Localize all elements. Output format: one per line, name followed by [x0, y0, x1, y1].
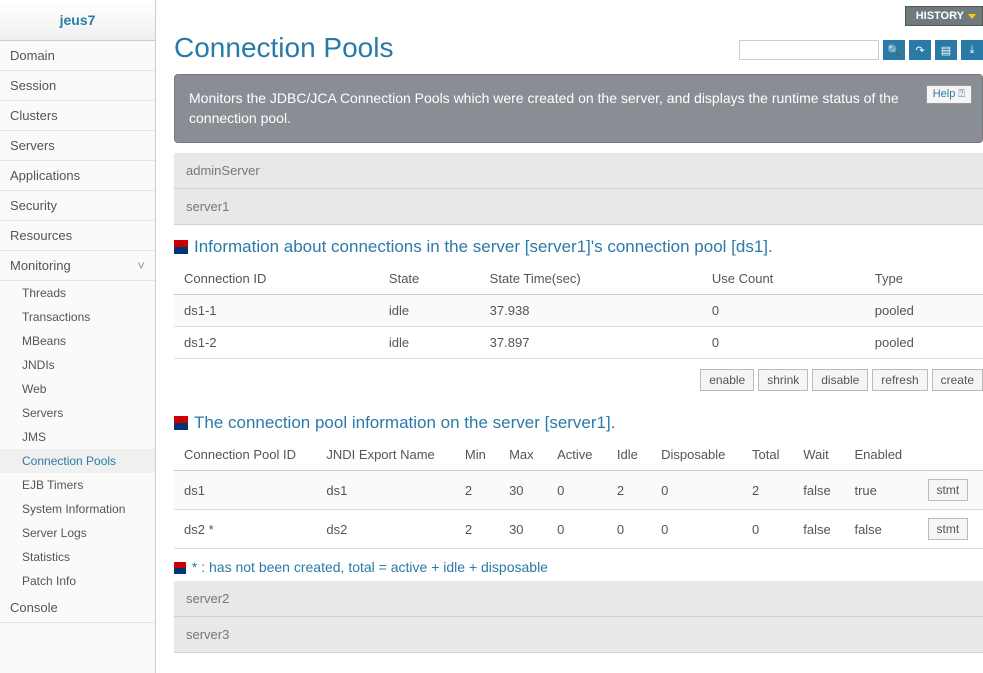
sub-transactions[interactable]: Transactions: [0, 305, 155, 329]
stmt-button[interactable]: stmt: [928, 518, 969, 540]
shrink-button[interactable]: shrink: [758, 369, 808, 391]
nav-console[interactable]: Console: [0, 593, 155, 623]
sub-system-info[interactable]: System Information: [0, 497, 155, 521]
sub-connection-pools[interactable]: Connection Pools: [0, 449, 155, 473]
sub-statistics[interactable]: Statistics: [0, 545, 155, 569]
disable-button[interactable]: disable: [812, 369, 868, 391]
download-icon[interactable]: ⤓: [961, 40, 983, 60]
brand[interactable]: jeus7: [0, 0, 155, 41]
server-row-server2[interactable]: server2: [174, 581, 983, 617]
sub-threads[interactable]: Threads: [0, 281, 155, 305]
search-input[interactable]: [739, 40, 879, 60]
main-content: HISTORY Connection Pools 🔍 ↷ ▤ ⤓ Monitor…: [156, 0, 983, 673]
nav-resources[interactable]: Resources: [0, 221, 155, 251]
xml-icon[interactable]: ▤: [935, 40, 957, 60]
table-row[interactable]: ds1 ds1 2 30 0 2 0 2 false true stmt: [174, 471, 983, 510]
col-state: State: [379, 263, 480, 295]
flag-icon: [174, 240, 188, 254]
button-row: enable shrink disable refresh create: [174, 359, 983, 401]
server-row-server3[interactable]: server3: [174, 617, 983, 653]
col-state-time: State Time(sec): [480, 263, 702, 295]
enable-button[interactable]: enable: [700, 369, 754, 391]
flag-icon: [174, 562, 186, 574]
col-use-count: Use Count: [702, 263, 865, 295]
nav-applications[interactable]: Applications: [0, 161, 155, 191]
create-button[interactable]: create: [932, 369, 983, 391]
footnote: * : has not been created, total = active…: [174, 549, 983, 581]
help-button[interactable]: Help ⍰: [926, 85, 972, 104]
sub-mbeans[interactable]: MBeans: [0, 329, 155, 353]
col-type: Type: [865, 263, 983, 295]
description-box: Monitors the JDBC/JCA Connection Pools w…: [174, 74, 983, 143]
table-row[interactable]: ds1-2 idle 37.897 0 pooled: [174, 327, 983, 359]
nav-clusters[interactable]: Clusters: [0, 101, 155, 131]
description-text: Monitors the JDBC/JCA Connection Pools w…: [189, 90, 899, 126]
table-row[interactable]: ds2 * ds2 2 30 0 0 0 0 false false stmt: [174, 510, 983, 549]
sub-ejb-timers[interactable]: EJB Timers: [0, 473, 155, 497]
server-row-admin[interactable]: adminServer: [174, 153, 983, 189]
nav-servers[interactable]: Servers: [0, 131, 155, 161]
sub-server-logs[interactable]: Server Logs: [0, 521, 155, 545]
refresh-button[interactable]: refresh: [872, 369, 927, 391]
export-icon[interactable]: ↷: [909, 40, 931, 60]
flag-icon: [174, 416, 188, 430]
nav-security[interactable]: Security: [0, 191, 155, 221]
section1-header: Information about connections in the ser…: [174, 225, 983, 263]
pool-table: Connection Pool ID JNDI Export Name Min …: [174, 439, 983, 549]
sub-patch-info[interactable]: Patch Info: [0, 569, 155, 593]
col-conn-id: Connection ID: [174, 263, 379, 295]
sub-jms[interactable]: JMS: [0, 425, 155, 449]
nav-monitoring[interactable]: Monitoring: [0, 251, 155, 281]
table-row[interactable]: ds1-1 idle 37.938 0 pooled: [174, 295, 983, 327]
sub-jndis[interactable]: JNDIs: [0, 353, 155, 377]
sub-web[interactable]: Web: [0, 377, 155, 401]
search-icon[interactable]: 🔍: [883, 40, 905, 60]
nav-session[interactable]: Session: [0, 71, 155, 101]
connections-table: Connection ID State State Time(sec) Use …: [174, 263, 983, 359]
stmt-button[interactable]: stmt: [928, 479, 969, 501]
section2-header: The connection pool information on the s…: [174, 401, 983, 439]
nav-domain[interactable]: Domain: [0, 41, 155, 71]
sub-servers[interactable]: Servers: [0, 401, 155, 425]
server-row-server1[interactable]: server1: [174, 189, 983, 225]
sidebar: jeus7 Domain Session Clusters Servers Ap…: [0, 0, 156, 673]
history-button[interactable]: HISTORY: [905, 6, 983, 26]
